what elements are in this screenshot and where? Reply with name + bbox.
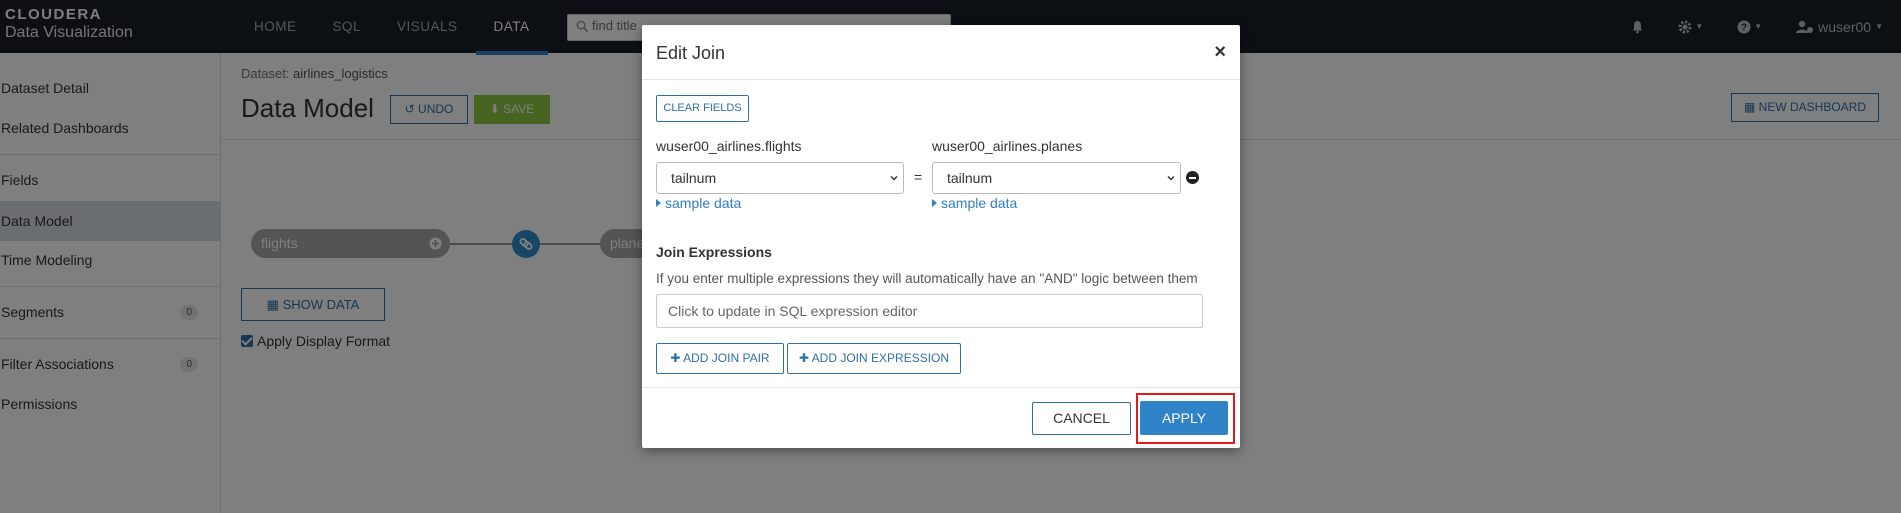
dialog-header: Edit Join × xyxy=(642,25,1240,80)
left-table-label: wuser00_airlines.flights xyxy=(656,138,802,154)
add-join-pair-label: ADD JOIN PAIR xyxy=(683,351,770,365)
left-field-value: tailnum xyxy=(671,170,717,186)
dialog-title: Edit Join xyxy=(656,43,726,63)
remove-pair-icon[interactable] xyxy=(1186,171,1199,184)
close-icon[interactable]: × xyxy=(1214,41,1226,64)
add-join-pair-button[interactable]: ✚ ADD JOIN PAIR xyxy=(656,343,784,374)
join-expressions-help: If you enter multiple expressions they w… xyxy=(656,271,1198,286)
caret-right-icon xyxy=(656,199,661,207)
left-sample-data-link[interactable]: sample data xyxy=(656,195,741,211)
cancel-button[interactable]: CANCEL xyxy=(1032,402,1131,435)
equals-sign: = xyxy=(914,169,923,185)
sample-data-label: sample data xyxy=(941,195,1018,211)
caret-right-icon xyxy=(932,199,937,207)
divider xyxy=(642,387,1240,388)
chevron-down-icon xyxy=(890,175,898,181)
right-field-select[interactable]: tailnum xyxy=(932,162,1181,194)
clear-fields-button[interactable]: CLEAR FIELDS xyxy=(656,95,749,122)
plus-icon: ✚ xyxy=(670,351,681,365)
add-join-expression-button[interactable]: ✚ ADD JOIN EXPRESSION xyxy=(787,343,961,374)
apply-button[interactable]: APPLY xyxy=(1140,401,1228,435)
plus-icon: ✚ xyxy=(798,351,809,365)
join-expressions-heading: Join Expressions xyxy=(656,244,772,260)
edit-join-dialog: Edit Join × CLEAR FIELDS wuser00_airline… xyxy=(642,25,1240,448)
right-table-label: wuser00_airlines.planes xyxy=(932,138,1083,154)
left-field-select[interactable]: tailnum xyxy=(656,162,904,194)
add-join-expression-label: ADD JOIN EXPRESSION xyxy=(811,351,950,365)
sql-expression-input[interactable]: Click to update in SQL expression editor xyxy=(656,294,1203,328)
sample-data-label: sample data xyxy=(665,195,742,211)
right-sample-data-link[interactable]: sample data xyxy=(932,195,1017,211)
chevron-down-icon xyxy=(1167,175,1175,181)
right-field-value: tailnum xyxy=(947,170,993,186)
